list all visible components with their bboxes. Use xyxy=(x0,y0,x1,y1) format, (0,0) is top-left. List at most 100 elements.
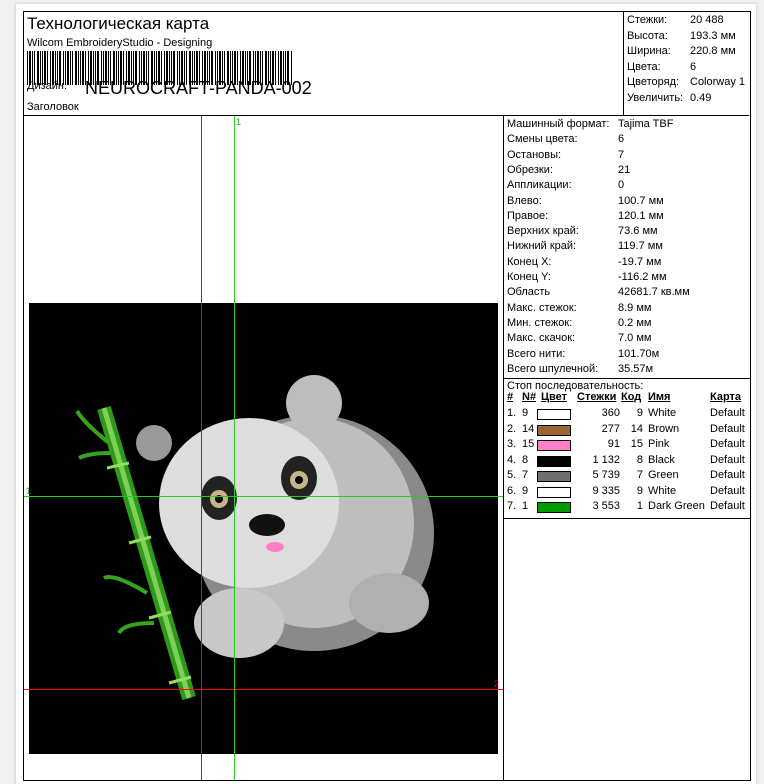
color-code: 8 xyxy=(636,453,643,466)
summary-value: 220.8 мм xyxy=(690,45,736,57)
green-marker-top: 1 xyxy=(236,117,242,127)
needle-number: 7 xyxy=(522,469,529,481)
header: Технологическая карта Wilcom EmbroideryS… xyxy=(24,12,749,116)
detail-label: Макс. стежок: xyxy=(507,301,577,314)
stitch-count: 5 739 xyxy=(592,469,620,481)
color-code: 14 xyxy=(630,422,643,435)
color-code: 15 xyxy=(630,438,643,450)
red-vertical-guide xyxy=(201,116,202,780)
color-swatch xyxy=(537,455,571,467)
detail-value: 101.70м xyxy=(618,347,660,360)
table-row: 1. 9 360 9 White Default xyxy=(504,407,750,422)
red-horizontal-guide xyxy=(24,689,503,690)
design-preview: 1 1 2 xyxy=(24,116,503,780)
color-code: 9 xyxy=(636,484,643,497)
detail-value: 7.0 мм xyxy=(618,332,652,345)
detail-row: Верхних край: 73.6 мм xyxy=(507,225,658,240)
stitch-count: 3 553 xyxy=(592,500,620,512)
detail-label: Область xyxy=(507,286,551,299)
stitch-count: 360 xyxy=(601,407,620,419)
detail-row: Влево: 100.7 мм xyxy=(507,195,664,210)
row-index: 2. xyxy=(507,422,517,435)
color-name: Pink xyxy=(648,438,670,450)
detail-label: Конец X: xyxy=(507,255,552,268)
color-name: White xyxy=(648,484,677,497)
preview-background xyxy=(29,303,498,754)
detail-label: Нижний край: xyxy=(507,240,577,253)
detail-label: Смены цвета: xyxy=(507,133,578,146)
detail-row: Макс. стежок: 8.9 мм xyxy=(507,301,651,317)
stitch-count: 277 xyxy=(601,422,620,435)
chart-name: Default xyxy=(710,453,745,466)
color-name: Black xyxy=(648,453,675,466)
row-index: 7. xyxy=(507,500,517,512)
detail-row: Область 42681.7 кв.мм xyxy=(507,286,690,301)
detail-value: -116.2 мм xyxy=(618,271,667,283)
table-row: 6. 9 9 335 9 White Default xyxy=(504,485,750,500)
color-name: White xyxy=(648,407,677,419)
summary-row: Увеличить: 0.49 xyxy=(627,91,711,107)
needle-number: 9 xyxy=(522,484,529,497)
panda-embroidery-image xyxy=(75,375,434,700)
summary-value: 0.49 xyxy=(690,91,712,104)
divider xyxy=(504,378,750,379)
detail-value: 7 xyxy=(618,148,625,161)
detail-value: 6 xyxy=(618,133,625,146)
software-name: Wilcom EmbroideryStudio - Designing xyxy=(27,37,213,49)
detail-value: 73.6 мм xyxy=(618,225,658,238)
summary-row: Цвета: 6 xyxy=(627,60,696,76)
chart-name: Default xyxy=(710,438,745,450)
detail-row: Остановы: 7 xyxy=(507,148,624,164)
summary-label: Увеличить: xyxy=(627,91,684,104)
summary-row: Цветоряд: Colorway 1 xyxy=(627,76,745,91)
detail-row: Всего шпулечной: 35.57м xyxy=(507,362,653,378)
detail-row: Всего нити: 101.70м xyxy=(507,348,659,363)
detail-row: Конец X: -19.7 мм xyxy=(507,255,661,271)
detail-label: Всего шпулечной: xyxy=(507,362,599,375)
table-row: 3. 15 91 15 Pink Default xyxy=(504,438,750,453)
color-code: 9 xyxy=(636,407,643,419)
summary-row: Высота: 193.3 мм xyxy=(627,30,736,45)
detail-value: 120.1 мм xyxy=(618,209,664,222)
summary-value: 20 488 xyxy=(690,14,724,26)
detail-label: Правое: xyxy=(507,209,549,222)
detail-value: 0 xyxy=(618,179,625,192)
needle-number: 14 xyxy=(522,422,535,435)
summary-value: 6 xyxy=(690,60,697,73)
stitch-count: 91 xyxy=(607,438,620,450)
chart-name: Default xyxy=(710,484,745,497)
detail-value: 100.7 мм xyxy=(618,194,664,207)
detail-row: Макс. скачок: 7.0 мм xyxy=(507,332,651,347)
chart-name: Default xyxy=(710,469,745,481)
column-header: Стежки xyxy=(577,391,617,403)
summary-label: Ширина: xyxy=(627,45,671,57)
row-index: 4. xyxy=(507,453,517,466)
detail-row: Обрезки: 21 xyxy=(507,164,630,179)
table-row: 2. 14 277 14 Brown Default xyxy=(504,423,750,438)
detail-label: Мин. стежок: xyxy=(507,316,573,329)
detail-row: Машинный формат: Tajima TBF xyxy=(507,118,673,133)
color-swatch xyxy=(537,440,571,451)
detail-label: Конец Y: xyxy=(507,271,551,283)
summary-box: Стежки: 20 488 Высота: 193.3 мм Ширина: 220.8… xyxy=(623,12,749,116)
column-header: Код xyxy=(621,391,642,403)
detail-label: Остановы: xyxy=(507,148,562,161)
detail-row: Смены цвета: 6 xyxy=(507,133,624,148)
detail-row: Аппликации: 0 xyxy=(507,179,624,194)
summary-label: Цветоряд: xyxy=(627,76,680,88)
summary-label: Стежки: xyxy=(627,14,668,26)
green-marker-left: 1 xyxy=(26,486,32,496)
panda xyxy=(136,375,434,658)
table-row: 7. 1 3 553 1 Dark Green Default xyxy=(504,500,750,515)
column-header: Цвет xyxy=(541,391,568,403)
detail-label: Макс. скачок: xyxy=(507,332,576,345)
detail-label: Машинный формат: xyxy=(507,118,610,130)
worksheet: Технологическая карта Wilcom EmbroideryS… xyxy=(23,11,751,781)
detail-value: 0.2 мм xyxy=(618,316,652,329)
needle-number: 1 xyxy=(522,500,529,512)
detail-row: Мин. стежок: 0.2 мм xyxy=(507,316,651,332)
needle-number: 9 xyxy=(522,407,529,419)
needle-number: 8 xyxy=(522,453,529,466)
summary-label: Цвета: xyxy=(627,60,661,73)
detail-row: Нижний край: 119.7 мм xyxy=(507,240,663,255)
